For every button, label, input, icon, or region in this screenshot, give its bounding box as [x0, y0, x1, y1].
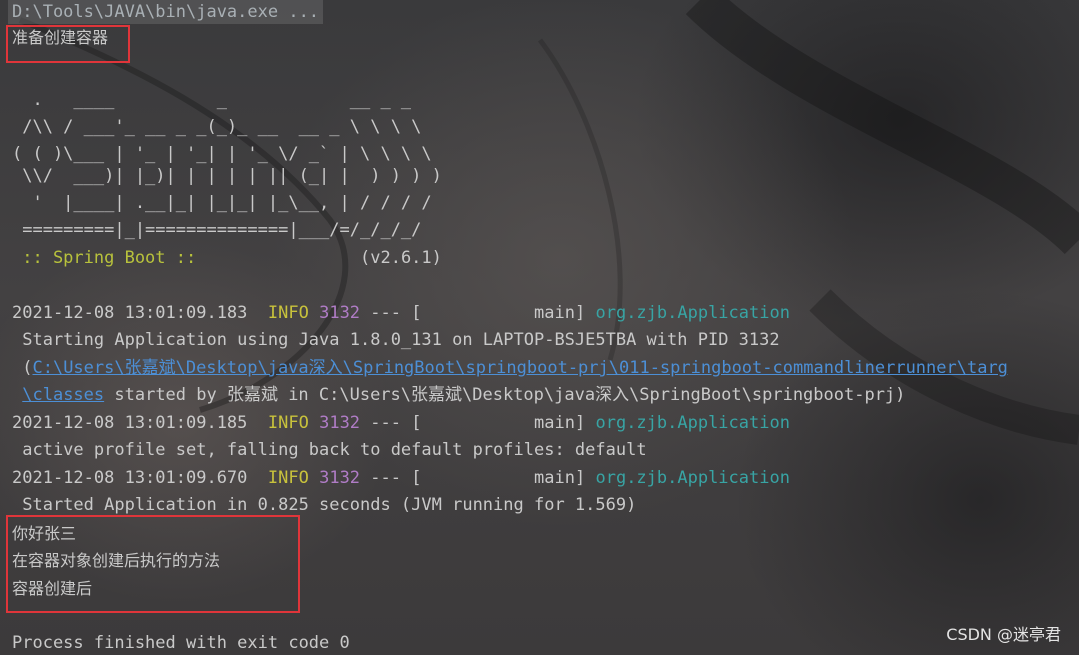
banner-line: ' |____| .__|_| |_|_| |_\__, | / / / /: [12, 193, 432, 213]
log-header-2: 2021-12-08 13:01:09.185 INFO 3132 --- [ …: [12, 410, 790, 437]
started-by-text: started by 张嘉斌 in C:\Users\张嘉斌\Desktop\j…: [104, 385, 906, 405]
run-console[interactable]: D:\Tools\JAVA\bin\java.exe ... 准备创建容器 . …: [0, 0, 1079, 655]
spring-boot-version-line: :: Spring Boot :: (v2.6.1): [12, 245, 442, 272]
log-thread: --- [ main]: [370, 468, 586, 488]
banner-line: =========|_|==============|___/=/_/_/_/: [12, 220, 422, 240]
log-header-3: 2021-12-08 13:01:09.670 INFO 3132 --- [ …: [12, 465, 790, 492]
log-logger[interactable]: org.zjb.Application: [595, 413, 789, 433]
log-pid: 3132: [319, 468, 361, 488]
log-pid: 3132: [319, 413, 361, 433]
highlight-box-after: [6, 515, 300, 613]
banner-line: \\/ ___)| |_)| | | | | || (_| | ) ) ) ): [12, 166, 442, 186]
log-path-line-2: \classes started by 张嘉斌 in C:\Users\张嘉斌\…: [12, 382, 905, 409]
log-logger[interactable]: org.zjb.Application: [595, 468, 789, 488]
log-timestamp: 2021-12-08 13:01:09.670: [12, 468, 248, 488]
spring-boot-version: (v2.6.1): [360, 248, 442, 268]
watermark: CSDN @迷亭君: [946, 625, 1061, 644]
banner-line: /\\ / ___'_ __ _ _(_)_ __ __ _ \ \ \ \: [12, 117, 422, 137]
log-level: INFO: [267, 468, 309, 488]
log-message-2: active profile set, falling back to defa…: [12, 440, 647, 460]
exit-message: Process finished with exit code 0: [12, 633, 350, 653]
log-message-1: Starting Application using Java 1.8.0_13…: [12, 330, 780, 350]
log-header-1: 2021-12-08 13:01:09.183 INFO 3132 --- [ …: [12, 300, 790, 327]
log-pid: 3132: [319, 303, 361, 323]
log-level: INFO: [267, 303, 309, 323]
command-line: D:\Tools\JAVA\bin\java.exe ...: [8, 0, 324, 24]
log-logger[interactable]: org.zjb.Application: [595, 303, 789, 323]
highlight-box-before: [6, 25, 130, 63]
classes-link[interactable]: \classes: [22, 385, 104, 405]
classpath-link[interactable]: C:\Users\张嘉斌\Desktop\java深入\SpringBoot\s…: [32, 358, 1007, 378]
log-thread: --- [ main]: [370, 413, 586, 433]
spring-boot-label: :: Spring Boot ::: [12, 248, 197, 268]
log-timestamp: 2021-12-08 13:01:09.183: [12, 303, 248, 323]
log-timestamp: 2021-12-08 13:01:09.185: [12, 413, 248, 433]
banner-line: . ____ _ __ _ _: [12, 90, 412, 110]
log-level: INFO: [267, 413, 309, 433]
log-path-line-1: (C:\Users\张嘉斌\Desktop\java深入\SpringBoot\…: [12, 358, 1008, 378]
log-thread: --- [ main]: [370, 303, 586, 323]
